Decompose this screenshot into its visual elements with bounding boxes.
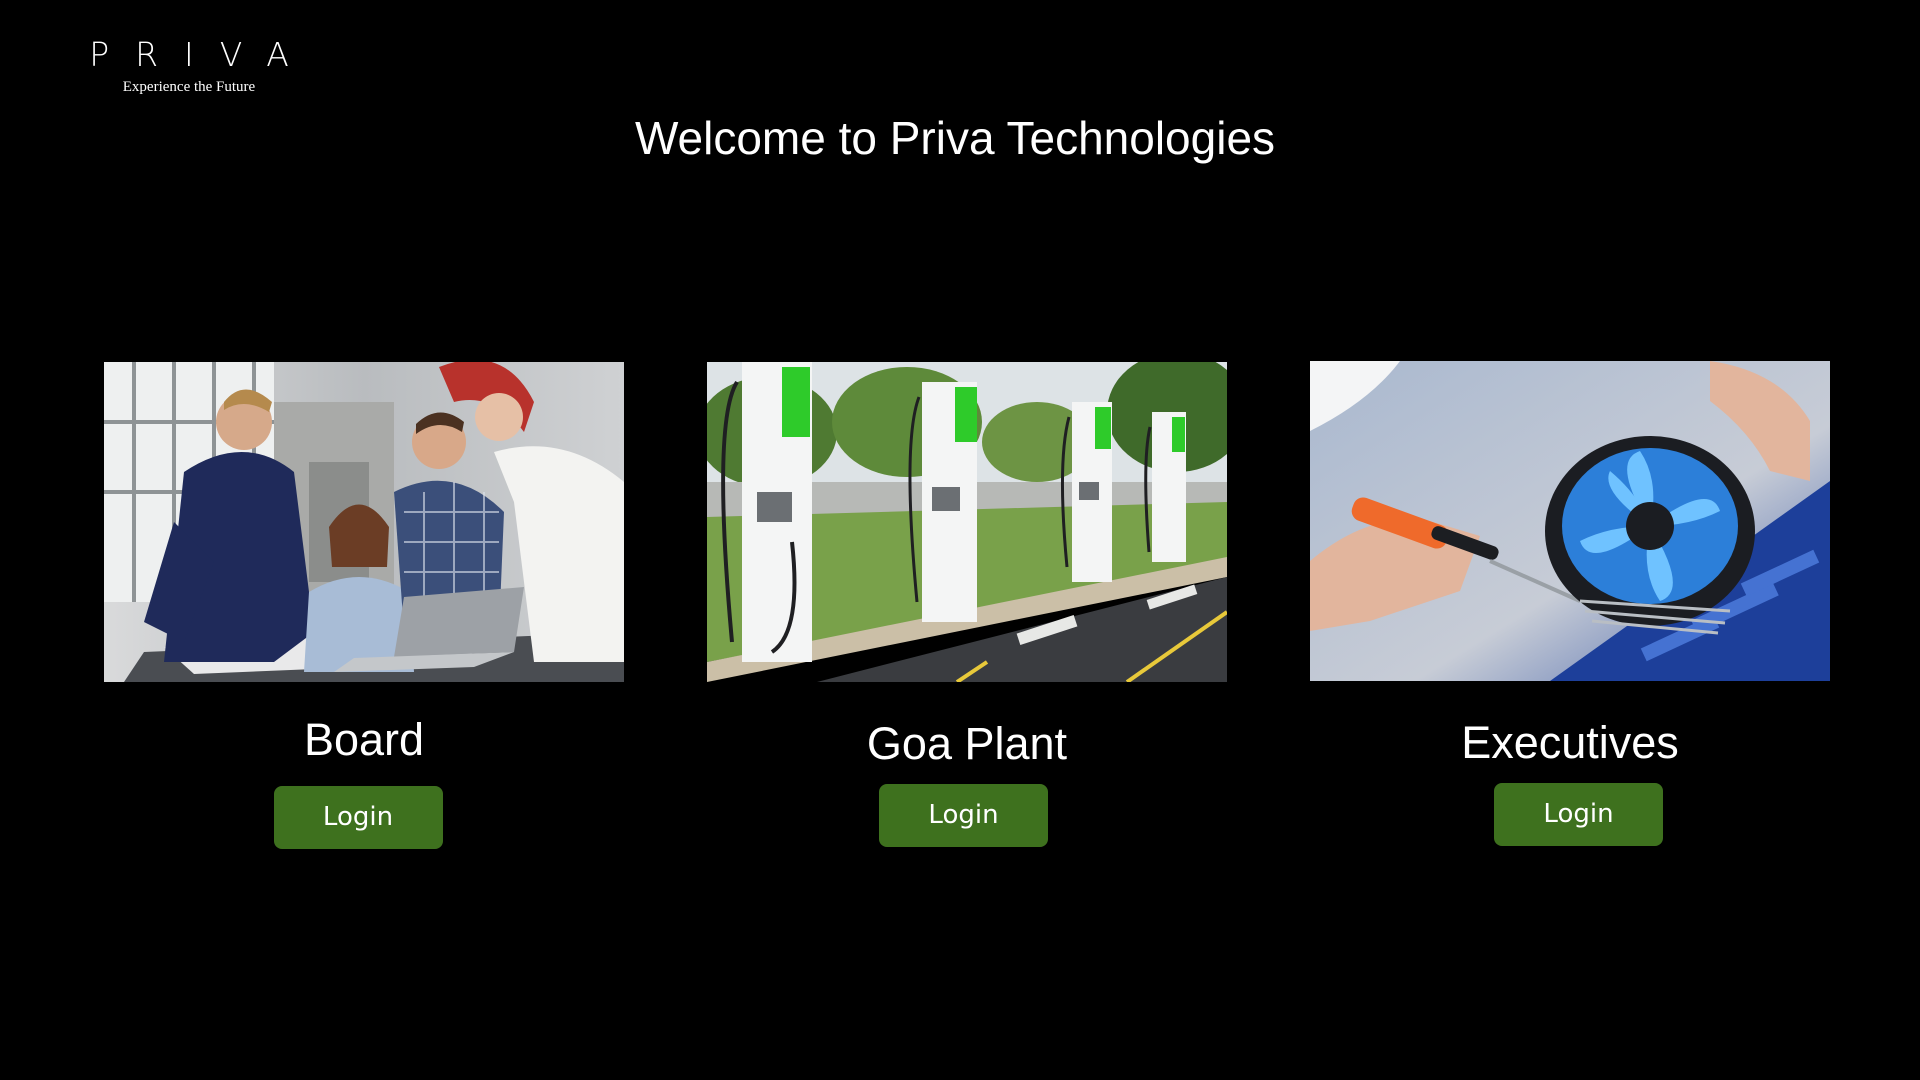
logo-tagline: Experience the Future — [122, 79, 256, 95]
goa-plant-login-button[interactable]: Login — [879, 784, 1048, 847]
card-executives: Executives Login — [1310, 361, 1830, 846]
priva-logo[interactable]: PRIVA Experience the Future — [76, 38, 302, 96]
team-meeting-photo — [104, 362, 624, 682]
page: PRIVA Experience the Future Welcome to P… — [0, 0, 1920, 1080]
card-label-goa-plant: Goa Plant — [866, 718, 1068, 769]
card-board: Board Login — [104, 362, 624, 849]
ev-charging-stations-photo — [707, 362, 1227, 682]
card-label-executives: Executives — [1461, 717, 1679, 768]
executives-login-button[interactable]: Login — [1494, 783, 1663, 846]
card-label-board: Board — [303, 714, 425, 765]
card-goa-plant: Goa Plant Login — [707, 362, 1227, 847]
cpu-cooler-fan-photo — [1310, 361, 1830, 681]
page-title: Welcome to Priva Technologies — [634, 112, 1276, 164]
logo-wordmark: PRIVA — [89, 35, 315, 74]
board-login-button[interactable]: Login — [273, 786, 443, 849]
